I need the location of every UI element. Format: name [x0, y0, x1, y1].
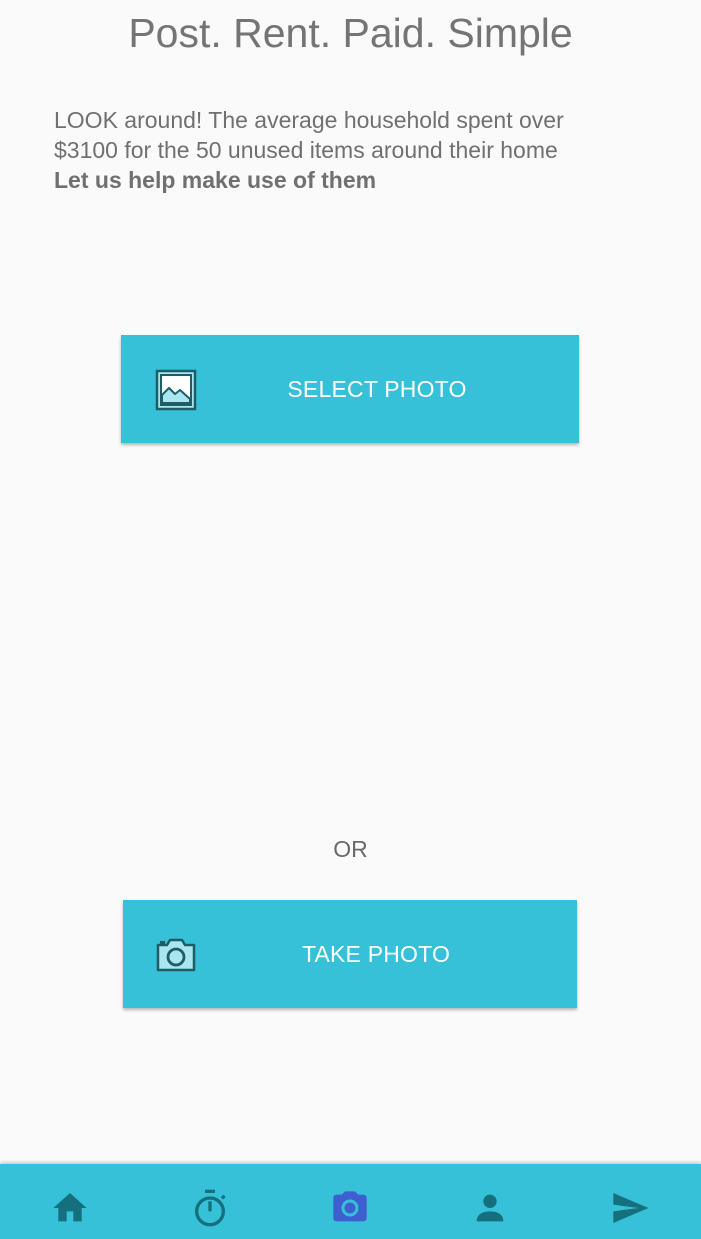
image-icon: [155, 369, 197, 411]
send-icon: [613, 1192, 649, 1223]
intro-line-1: LOOK around! The average household spent…: [54, 107, 564, 133]
camera-icon: [333, 1190, 367, 1221]
nav-home[interactable]: [20, 1164, 120, 1239]
nav-profile[interactable]: [440, 1164, 540, 1239]
camera-icon: [156, 938, 196, 972]
intro-text: LOOK around! The average household spent…: [54, 105, 654, 195]
or-separator: OR: [333, 836, 368, 862]
take-photo-label: TAKE PHOTO: [301, 940, 451, 967]
bottom-navigation-bar: [0, 1164, 701, 1239]
intro-bold-line: Let us help make use of them: [54, 167, 377, 193]
nav-camera[interactable]: [300, 1164, 400, 1239]
nav-timer[interactable]: [160, 1164, 260, 1239]
nav-send[interactable]: [580, 1164, 680, 1239]
home-icon: [53, 1192, 87, 1221]
timer-icon: [195, 1189, 226, 1226]
take-photo-button[interactable]: TAKE PHOTO: [123, 900, 577, 1008]
intro-line-2: $3100 for the 50 unused items around the…: [54, 137, 558, 163]
select-photo-label: SELECT PHOTO: [287, 375, 467, 402]
page-title: Post. Rent. Paid. Simple: [128, 10, 573, 56]
select-photo-button[interactable]: SELECT PHOTO: [121, 335, 579, 443]
person-icon: [476, 1194, 504, 1221]
